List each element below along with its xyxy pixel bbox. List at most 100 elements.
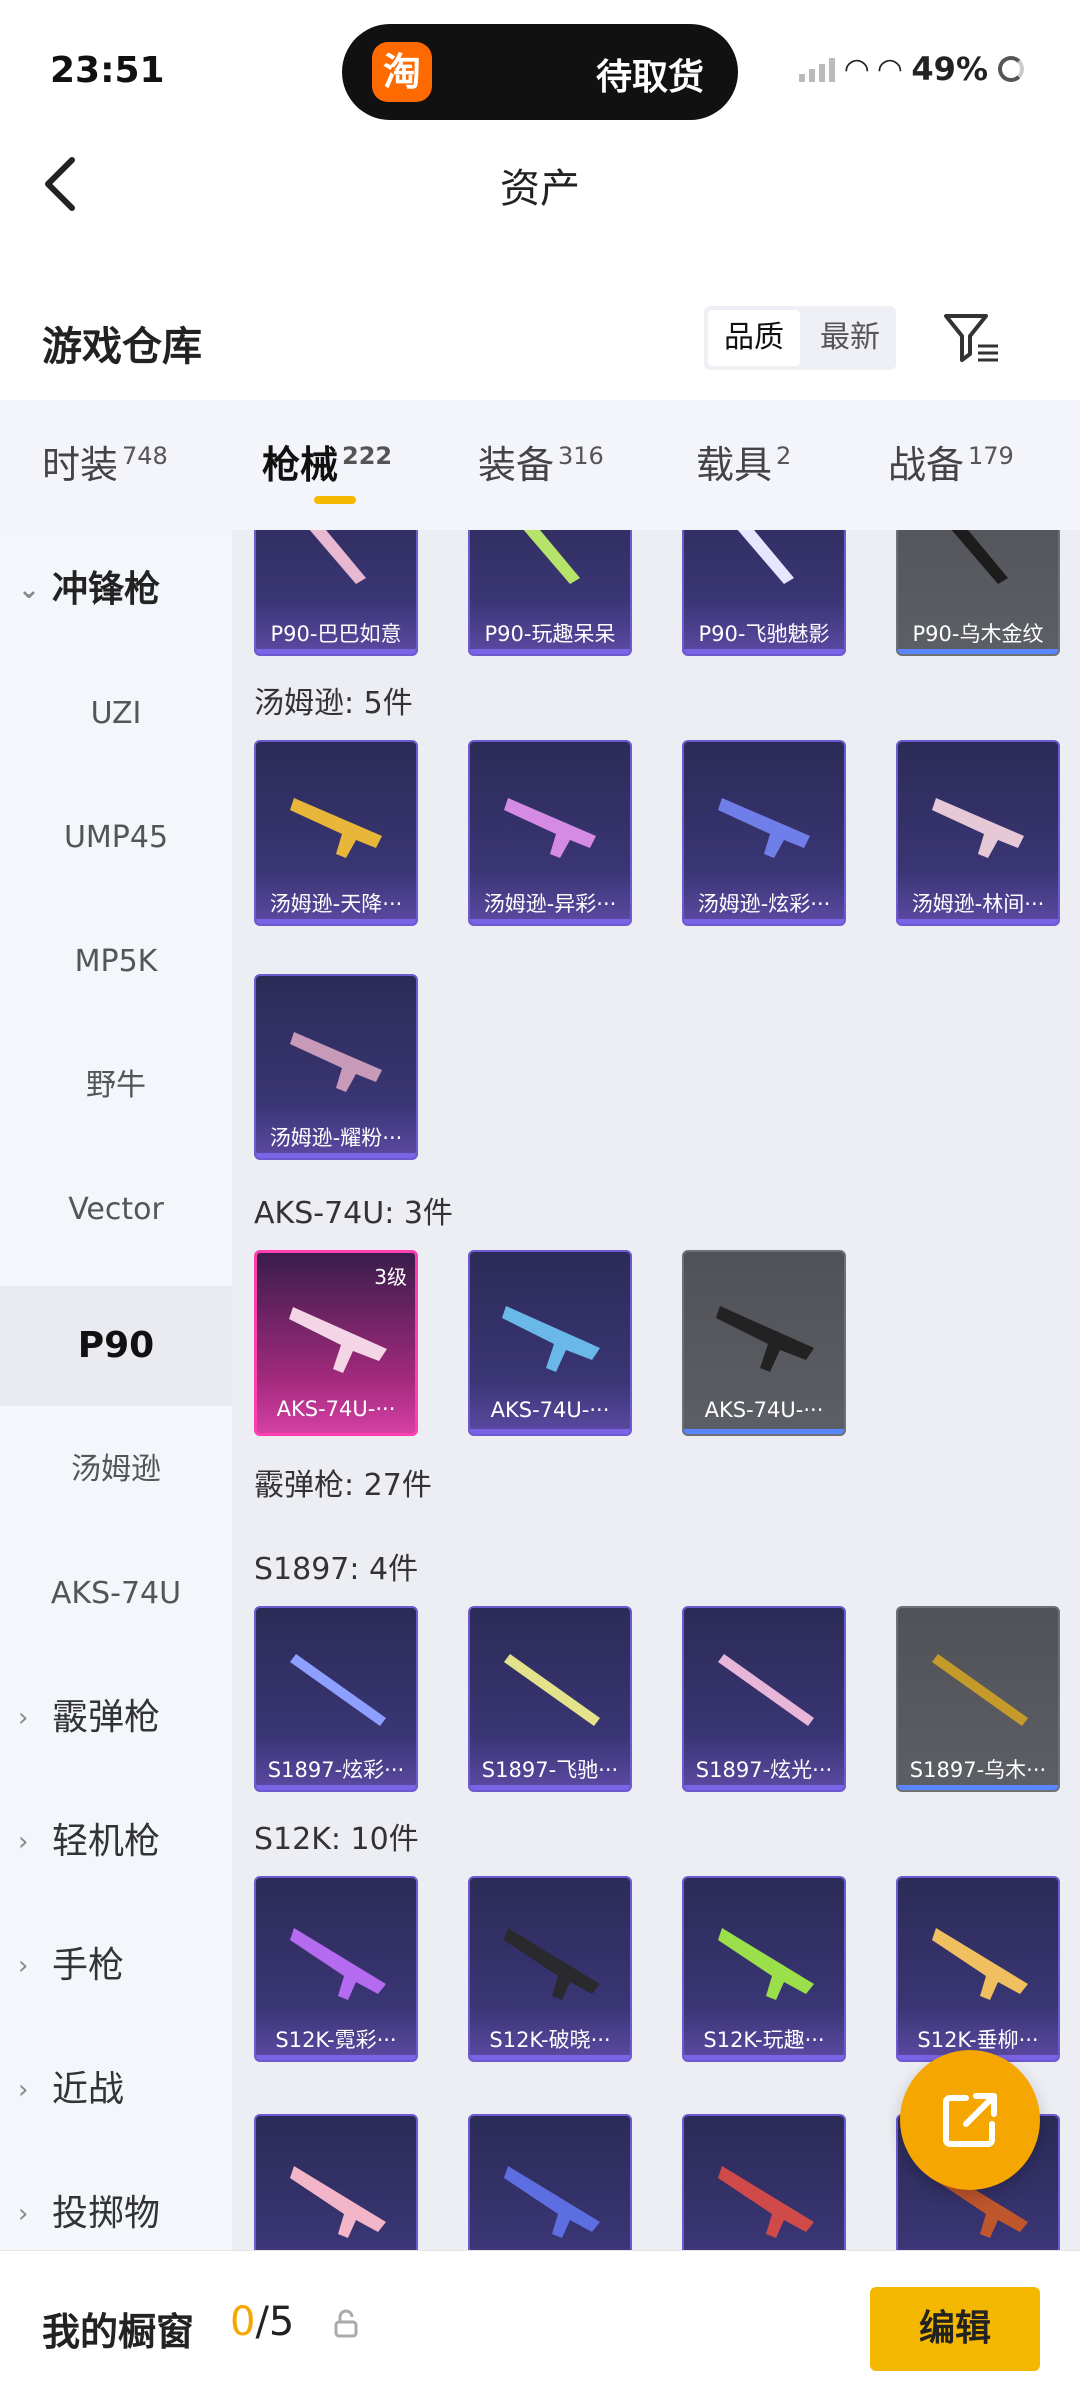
- item-name: S1897-炫光···: [695, 1758, 833, 1782]
- sidebar-item-thompson[interactable]: 汤姆逊: [0, 1410, 232, 1530]
- sidebar-item-pistol[interactable]: › 手枪: [0, 1906, 232, 2026]
- item-name: S12K-霓彩···: [275, 2028, 397, 2052]
- item-name: AKS-74U-···: [490, 1398, 610, 1422]
- sidebar-item-ump45[interactable]: UMP45: [0, 778, 232, 898]
- chevron-right-icon: ›: [18, 1951, 29, 1981]
- item-card[interactable]: 3级 AKS-74U-···: [254, 1250, 418, 1436]
- item-card[interactable]: S1897-飞驰···: [468, 1606, 632, 1792]
- rarity-bar: [684, 2055, 844, 2060]
- item-card[interactable]: S1897-炫光···: [682, 1606, 846, 1792]
- battery-percent: 49%: [911, 50, 988, 88]
- gun-skin-image: [718, 1654, 814, 1726]
- section-label-shotgun: 霰弹枪: 27件: [254, 1468, 432, 1503]
- sidebar-item-label: 霰弹枪: [52, 1697, 161, 1738]
- item-name: P90-乌木金纹: [912, 622, 1044, 646]
- chevron-right-icon: ›: [18, 1703, 29, 1733]
- sidebar-item-vector[interactable]: Vector: [0, 1150, 232, 1270]
- status-time: 23:51: [50, 50, 165, 91]
- filter-icon[interactable]: [942, 310, 1002, 366]
- external-link-icon: [943, 2093, 997, 2147]
- sidebar-item-uzi[interactable]: UZI: [0, 654, 232, 774]
- gun-skin-image: [504, 1654, 600, 1726]
- live-activity-pill[interactable]: 淘 待取货: [342, 24, 738, 120]
- cell-signal-icon: [799, 56, 836, 82]
- item-card[interactable]: S1897-乌木···: [896, 1606, 1060, 1792]
- wifi-icon: ◠: [845, 51, 869, 87]
- sidebar-item-smg[interactable]: ⌄ 冲锋枪: [0, 530, 232, 650]
- gun-skin-image: [309, 530, 366, 584]
- item-card[interactable]: P90-巴巴如意: [254, 530, 418, 656]
- rarity-bar: [898, 1785, 1058, 1790]
- tab-count: 222: [342, 442, 393, 470]
- item-name: 汤姆逊-耀粉···: [269, 1126, 403, 1150]
- rarity-bar: [256, 1785, 416, 1790]
- tab-vehicles[interactable]: 载具 2: [696, 434, 791, 489]
- chevron-right-icon: ›: [18, 2075, 29, 2105]
- chevron-right-icon: ›: [18, 2199, 29, 2229]
- sidebar-item-throwables[interactable]: › 投掷物: [0, 2154, 232, 2250]
- item-card[interactable]: S12K-垂柳···: [896, 1876, 1060, 2062]
- tab-supplies[interactable]: 战备 179: [888, 434, 1014, 489]
- rarity-bar: [256, 1153, 416, 1158]
- sidebar-item-label: 轻机枪: [52, 1821, 161, 1862]
- showcase-count: 0/5: [230, 2299, 294, 2345]
- tab-count: 748: [122, 442, 168, 470]
- sidebar-item-mp5k[interactable]: MP5K: [0, 902, 232, 1022]
- section-label-thompson: 汤姆逊: 5件: [254, 686, 413, 721]
- rarity-bar: [470, 1785, 630, 1790]
- item-card[interactable]: AKS-74U-···: [682, 1250, 846, 1436]
- gun-skin-image: [718, 798, 810, 858]
- active-tab-indicator: [314, 496, 356, 504]
- item-card[interactable]: P90-乌木金纹: [896, 530, 1060, 656]
- item-name: 汤姆逊-异彩···: [483, 892, 617, 916]
- item-card[interactable]: S12K-霓彩···: [254, 1876, 418, 2062]
- item-card[interactable]: [682, 2114, 846, 2250]
- item-name: S1897-飞驰···: [481, 1758, 619, 1782]
- item-card[interactable]: 汤姆逊-耀粉···: [254, 974, 418, 1160]
- sort-newest-button[interactable]: 最新: [804, 306, 896, 370]
- item-card[interactable]: 汤姆逊-异彩···: [468, 740, 632, 926]
- item-card[interactable]: 汤姆逊-天降···: [254, 740, 418, 926]
- chevron-right-icon: ›: [18, 1827, 29, 1857]
- rarity-bar: [684, 1785, 844, 1790]
- item-card[interactable]: P90-飞驰魅影: [682, 530, 846, 656]
- rarity-bar: [470, 1429, 630, 1434]
- item-name: 汤姆逊-炫彩···: [697, 892, 831, 916]
- edit-button[interactable]: 编辑: [870, 2287, 1040, 2371]
- sidebar-item-lmg[interactable]: › 轻机枪: [0, 1782, 232, 1902]
- tab-fashion[interactable]: 时装 748: [42, 434, 168, 489]
- item-card[interactable]: P90-玩趣呆呆: [468, 530, 632, 656]
- sidebar-item-shotgun[interactable]: › 霰弹枪: [0, 1658, 232, 1778]
- tab-count: 316: [558, 442, 604, 470]
- gun-skin-image: [951, 530, 1008, 584]
- item-card[interactable]: AKS-74U-···: [468, 1250, 632, 1436]
- section-label-aks74u: AKS-74U: 3件: [254, 1196, 453, 1231]
- item-card[interactable]: [254, 2114, 418, 2250]
- rarity-bar: [684, 919, 844, 924]
- tab-equipment[interactable]: 装备 316: [478, 434, 604, 489]
- item-name: 汤姆逊-天降···: [269, 892, 403, 916]
- page-title: 资产: [500, 166, 580, 212]
- gun-skin-image: [716, 1306, 814, 1372]
- item-card[interactable]: S1897-炫彩···: [254, 1606, 418, 1792]
- item-card[interactable]: 汤姆逊-林间···: [896, 740, 1060, 926]
- item-card[interactable]: S12K-破晓···: [468, 1876, 632, 2062]
- sidebar-item-melee[interactable]: › 近战: [0, 2030, 232, 2150]
- sidebar-item-bizon[interactable]: 野牛: [0, 1026, 232, 1146]
- sidebar-item-aks74u[interactable]: AKS-74U: [0, 1534, 232, 1654]
- item-card[interactable]: [468, 2114, 632, 2250]
- item-card[interactable]: 汤姆逊-炫彩···: [682, 740, 846, 926]
- gun-skin-image: [502, 1306, 600, 1372]
- gun-skin-image: [504, 798, 596, 858]
- item-card[interactable]: S12K-玩趣···: [682, 1876, 846, 2062]
- sort-quality-button[interactable]: 品质: [708, 310, 800, 366]
- showcase-total: /5: [255, 2299, 295, 2345]
- gun-skin-image: [932, 798, 1024, 858]
- tab-guns[interactable]: 枪械 222: [262, 434, 392, 489]
- item-name: P90-玩趣呆呆: [484, 622, 616, 646]
- sidebar-item-p90[interactable]: P90: [0, 1286, 232, 1406]
- pill-status-text: 待取货: [595, 57, 704, 98]
- share-fab-button[interactable]: [900, 2050, 1040, 2190]
- item-grid: P90-巴巴如意 P90-玩趣呆呆 P90-飞驰魅影 P90-乌木金纹 汤姆逊:…: [232, 530, 1080, 2250]
- item-name: P90-巴巴如意: [270, 622, 402, 646]
